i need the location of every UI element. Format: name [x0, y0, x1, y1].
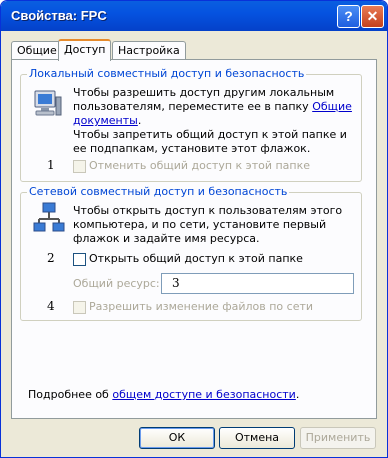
local-sharing-text: Чтобы разрешить доступ другим локальным …	[73, 86, 352, 127]
share-folder-checkbox-label: Открыть общий доступ к этой папке	[89, 252, 303, 265]
network-sharing-legend: Сетевой совместный доступ и безопасность	[27, 185, 290, 198]
marker-3: 3	[172, 276, 180, 290]
help-button[interactable]: ?	[337, 5, 360, 28]
local-sharing-legend: Локальный совместный доступ и безопаснос…	[27, 67, 307, 80]
share-folder-checkbox[interactable]	[73, 253, 86, 266]
apply-button[interactable]: Применить	[300, 427, 376, 449]
network-sharing-group: Сетевой совместный доступ и безопасность…	[20, 185, 362, 321]
close-icon: ✕	[366, 8, 379, 24]
question-icon: ?	[344, 8, 353, 24]
allow-changes-checkbox-label: Разрешить изменение файлов по сети	[89, 300, 314, 313]
local-unshare-text: Чтобы запретить общий доступ к этой папк…	[73, 128, 347, 155]
close-button[interactable]: ✕	[361, 5, 384, 28]
share-name-label: Общий ресурс:	[73, 277, 160, 290]
marker-4: 4	[47, 299, 55, 313]
unshare-checkbox-label: Отменить общий доступ к этой папке	[89, 159, 311, 172]
local-sharing-group: Локальный совместный доступ и безопаснос…	[20, 67, 362, 182]
marker-1: 1	[47, 158, 55, 172]
network-icon	[33, 202, 65, 232]
sharing-security-link[interactable]: общем доступе и безопасности	[112, 388, 295, 401]
ok-button[interactable]: ОК	[139, 427, 215, 449]
tab-sharing[interactable]: Доступ	[58, 39, 112, 61]
marker-2: 2	[47, 251, 55, 265]
allow-changes-checkbox[interactable]	[73, 301, 86, 314]
cancel-button[interactable]: Отмена	[219, 427, 295, 449]
title-bar[interactable]: Свойства: FPC ? ✕	[1, 1, 387, 31]
share-name-input[interactable]: 3	[161, 273, 354, 294]
computer-icon	[34, 90, 62, 116]
unshare-checkbox[interactable]	[73, 160, 86, 173]
footer-text: Подробнее об общем доступе и безопасност…	[28, 388, 300, 401]
window-title: Свойства: FPC	[11, 8, 107, 23]
properties-dialog: Свойства: FPC ? ✕ Общие Доступ Настройка…	[0, 0, 388, 458]
network-sharing-text: Чтобы открыть доступ к пользователям это…	[73, 204, 343, 245]
tab-general[interactable]: Общие	[11, 41, 63, 59]
tab-customize[interactable]: Настройка	[112, 41, 186, 59]
sharing-panel: Локальный совместный доступ и безопаснос…	[11, 59, 377, 419]
